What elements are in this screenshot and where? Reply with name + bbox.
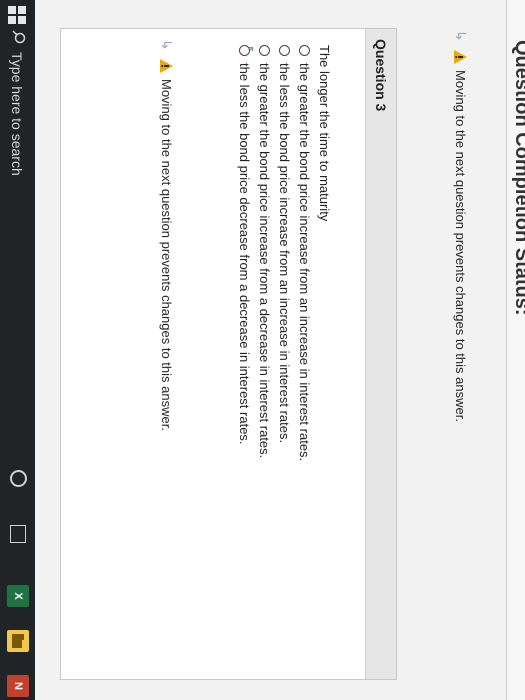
radio-button[interactable] [259, 45, 270, 56]
browser-page: Question Completion Status: ↳ Moving to … [0, 0, 525, 700]
answer-option-label: the greater the bond price increase from… [257, 63, 272, 459]
arrow-right-icon: ↳ [453, 30, 469, 42]
question-card: Question 3 The longer the time to maturi… [60, 28, 397, 680]
question-header: Question 3 [365, 29, 396, 679]
windows-taskbar: Type here to search X N [0, 0, 35, 700]
radio-button[interactable] [239, 45, 250, 56]
photo-viewport: Question Completion Status: ↳ Moving to … [0, 0, 525, 700]
answer-option-2[interactable]: the less the bond price increase from an… [277, 45, 292, 443]
task-view-icon[interactable] [10, 525, 26, 543]
alert-triangle-icon [160, 59, 173, 73]
onenote-icon[interactable]: N [7, 675, 29, 697]
bottom-warning: ↳ Moving to the next question prevents c… [158, 39, 175, 431]
alert-triangle-icon [454, 50, 467, 64]
answer-option-label: the less the bond price increase from an… [277, 63, 292, 444]
radio-button[interactable] [279, 45, 290, 56]
top-warning: ↳ Moving to the next question prevents c… [452, 30, 469, 422]
rotated-screen: Question Completion Status: ↳ Moving to … [0, 0, 525, 700]
taskbar-search-box[interactable]: Type here to search [3, 30, 32, 200]
file-explorer-icon[interactable] [7, 630, 29, 652]
status-strip: Question Completion Status: [506, 0, 525, 700]
answer-option-1[interactable]: the greater the bond price increase from… [297, 45, 312, 461]
question-stem: The longer the time to maturity [317, 45, 332, 222]
excel-icon[interactable]: X [7, 585, 29, 607]
bottom-warning-text: Moving to the next question prevents cha… [159, 79, 174, 431]
answer-option-4[interactable]: the less the bond price decrease from a … [237, 45, 252, 445]
answer-option-3[interactable]: the greater the bond price increase from… [257, 45, 272, 458]
answer-option-label: the less the bond price decrease from a … [237, 63, 252, 445]
windows-start-icon[interactable] [8, 6, 26, 24]
search-placeholder: Type here to search [9, 52, 26, 176]
cortana-icon[interactable] [10, 470, 27, 487]
arrow-right-icon: ↳ [159, 39, 175, 51]
radio-button[interactable] [299, 45, 310, 56]
completion-status-title: Question Completion Status: [511, 40, 525, 316]
question-label: Question 3 [373, 39, 389, 112]
search-icon [9, 30, 26, 44]
top-warning-text: Moving to the next question prevents cha… [453, 70, 468, 422]
answer-option-label: the greater the bond price increase from… [297, 63, 312, 462]
